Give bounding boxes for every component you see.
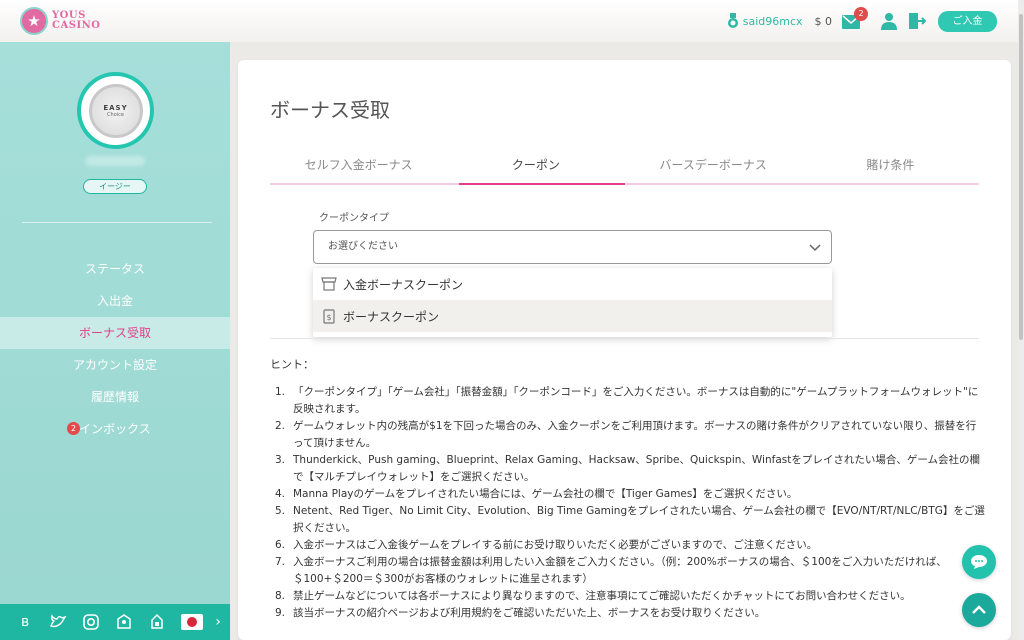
scrollbar-thumb[interactable] — [1019, 14, 1023, 340]
page-scrollbar[interactable] — [1018, 0, 1024, 640]
sidebar-item-inbox[interactable]: 2 インボックス — [0, 413, 230, 445]
sidebar-item-deposit-withdraw[interactable]: 入出金 — [0, 285, 230, 317]
deposit-button[interactable]: ご入金 — [938, 10, 997, 32]
header-actions: said96mcx $ 0 2 ご入金 — [727, 7, 997, 33]
chevron-up-icon — [972, 605, 986, 614]
sidebar-menu: ステータス 入出金 ボーナス受取 アカウント設定 履歴情報 2 インボックス — [0, 253, 230, 445]
dollar-jar-icon: $ — [323, 309, 335, 324]
select-placeholder: お選びください — [328, 241, 398, 252]
avatar: EASY Choice — [77, 72, 154, 149]
vip-level-emblem: EASY Choice — [88, 83, 143, 138]
list-item: 9. 該当ボーナスの紹介ページおよび利用規約をご確認いただいた上、ボーナスをお受け… — [275, 605, 985, 622]
option-label: ボーナスクーポン — [343, 309, 440, 324]
blog-icon[interactable]: ʙ — [16, 613, 34, 631]
chat-icon — [971, 555, 987, 569]
username: said96mcx — [742, 14, 803, 28]
user-menu[interactable]: said96mcx — [727, 13, 803, 29]
sidebar-item-history[interactable]: 履歴情報 — [0, 381, 230, 413]
chat-button[interactable] — [962, 545, 996, 579]
svg-text:$: $ — [326, 313, 331, 322]
social-bar: ʙ › — [0, 604, 230, 640]
list-item: 6. 入金ボーナスはご入金後ゲームをプレイする前にお受け取りいただく必要がございま… — [275, 537, 985, 554]
bonus-tabs: セルフ入金ボーナス クーポン バースデーボーナス 賭け条件 — [270, 152, 979, 185]
list-item: 1. 「クーポンタイプ」「ゲーム会社」「振替金額」「クーポンコード」をご入力くださ… — [275, 384, 985, 418]
chevron-down-icon — [809, 244, 821, 252]
sidebar-item-status[interactable]: ステータス — [0, 253, 230, 285]
coupon-type-label: クーポンタイプ — [319, 213, 389, 224]
tab-coupon[interactable]: クーポン — [447, 152, 625, 185]
hint-text: ゲームウォレット内の残高が$1を下回った場合のみ、入金クーポンをご利用頂けます。… — [293, 420, 977, 449]
hint-text: Thunderkick、Push gaming、Blueprint、Relax … — [293, 454, 981, 483]
tab-birthday-bonus[interactable]: バースデーボーナス — [625, 152, 802, 183]
balance-display: $ 0 — [814, 14, 833, 28]
coupon-type-dropdown: 入金ボーナスクーポン $ ボーナスクーポン — [313, 268, 832, 337]
instagram-icon[interactable] — [82, 613, 100, 631]
logo-text: YOUS CASINO — [52, 11, 100, 31]
account-icon[interactable] — [880, 12, 898, 30]
mail-button[interactable]: 2 — [842, 7, 868, 29]
sidebar-item-inbox-label: インボックス — [79, 422, 151, 436]
line-icon[interactable] — [115, 613, 133, 631]
star-icon: ★ — [20, 7, 48, 35]
emblem-line2: Choice — [107, 111, 124, 118]
option-deposit-bonus-coupon[interactable]: 入金ボーナスクーポン — [313, 268, 832, 300]
top-header: ★ YOUS CASINO said96mcx $ 0 2 ご入金 — [0, 0, 1024, 42]
list-item: 2. ゲームウォレット内の残高が$1を下回った場合のみ、入金クーポンをご利用頂けま… — [275, 418, 985, 452]
hint-list: 1. 「クーポンタイプ」「ゲーム会社」「振替金額」「クーポンコード」をご入力くださ… — [275, 384, 985, 622]
japan-flag-icon[interactable] — [181, 614, 203, 630]
hint-text: 入金ボーナスご利用の場合は振替金額は利用したい入金額をご入力ください。（例：20… — [293, 556, 947, 585]
level-badge: イージー — [83, 179, 147, 194]
main-card: ボーナス受取 セルフ入金ボーナス クーポン バースデーボーナス 賭け条件 クーポ… — [238, 60, 1011, 640]
casino-logo[interactable]: ★ YOUS CASINO — [20, 7, 100, 35]
sidebar-item-bonus[interactable]: ボーナス受取 — [0, 317, 230, 349]
mail-count-badge: 2 — [854, 7, 868, 21]
chevron-right-icon[interactable]: › — [209, 613, 227, 631]
blurred-username — [85, 156, 145, 166]
list-item: 4. Manna Playのゲームをプレイされたい場合には、ゲーム会社の欄で【Ti… — [275, 486, 985, 503]
page-title: ボーナス受取 — [270, 98, 390, 122]
medal-icon — [727, 13, 738, 28]
list-item: 7. 入金ボーナスご利用の場合は振替金額は利用したい入金額をご入力ください。（例：… — [275, 554, 985, 588]
store-icon — [321, 277, 337, 291]
tab-wagering-requirements[interactable]: 賭け条件 — [802, 152, 979, 183]
hint-text: 禁止ゲームなどについては各ボーナスにより異なりますので、注意事項にてご確認いただ… — [293, 590, 911, 602]
option-bonus-coupon[interactable]: $ ボーナスクーポン — [313, 300, 832, 332]
hint-title: ヒント： — [270, 358, 314, 371]
list-item: 8. 禁止ゲームなどについては各ボーナスにより異なりますので、注意事項にてご確認い… — [275, 588, 985, 605]
list-item: 3. Thunderkick、Push gaming、Blueprint、Rela… — [275, 452, 985, 486]
section-divider — [270, 338, 979, 339]
inbox-count-badge: 2 — [67, 422, 80, 435]
option-label: 入金ボーナスクーポン — [343, 277, 464, 292]
logo-line2: CASINO — [52, 20, 101, 31]
logout-icon[interactable] — [908, 12, 926, 30]
sidebar-item-account-settings[interactable]: アカウント設定 — [0, 349, 230, 381]
hint-text: 入金ボーナスはご入金後ゲームをプレイする前にお受け取りいただく必要がございますの… — [293, 539, 818, 551]
sidebar: EASY Choice イージー ステータス 入出金 ボーナス受取 アカウント設… — [0, 42, 230, 640]
line-alt-icon[interactable] — [148, 613, 166, 631]
hint-text: Manna Playのゲームをプレイされたい場合には、ゲーム会社の欄で【Tige… — [293, 488, 798, 500]
tab-self-deposit-bonus[interactable]: セルフ入金ボーナス — [270, 152, 447, 183]
emblem-line1: EASY — [103, 103, 128, 112]
coupon-type-select[interactable]: お選びください — [313, 230, 832, 264]
hint-text: Netent、Red Tiger、No Limit City、Evolution… — [293, 505, 985, 534]
hint-text: 「クーポンタイプ」「ゲーム会社」「振替金額」「クーポンコード」をご入力ください。… — [293, 386, 979, 415]
hint-text: 該当ボーナスの紹介ページおよび利用規約をご確認いただいた上、ボーナスをお受け取り… — [293, 607, 766, 619]
list-item: 5. Netent、Red Tiger、No Limit City、Evoluti… — [275, 503, 985, 537]
sidebar-divider — [22, 222, 212, 223]
scroll-to-top-button[interactable] — [962, 593, 996, 627]
twitter-icon[interactable] — [49, 613, 67, 631]
